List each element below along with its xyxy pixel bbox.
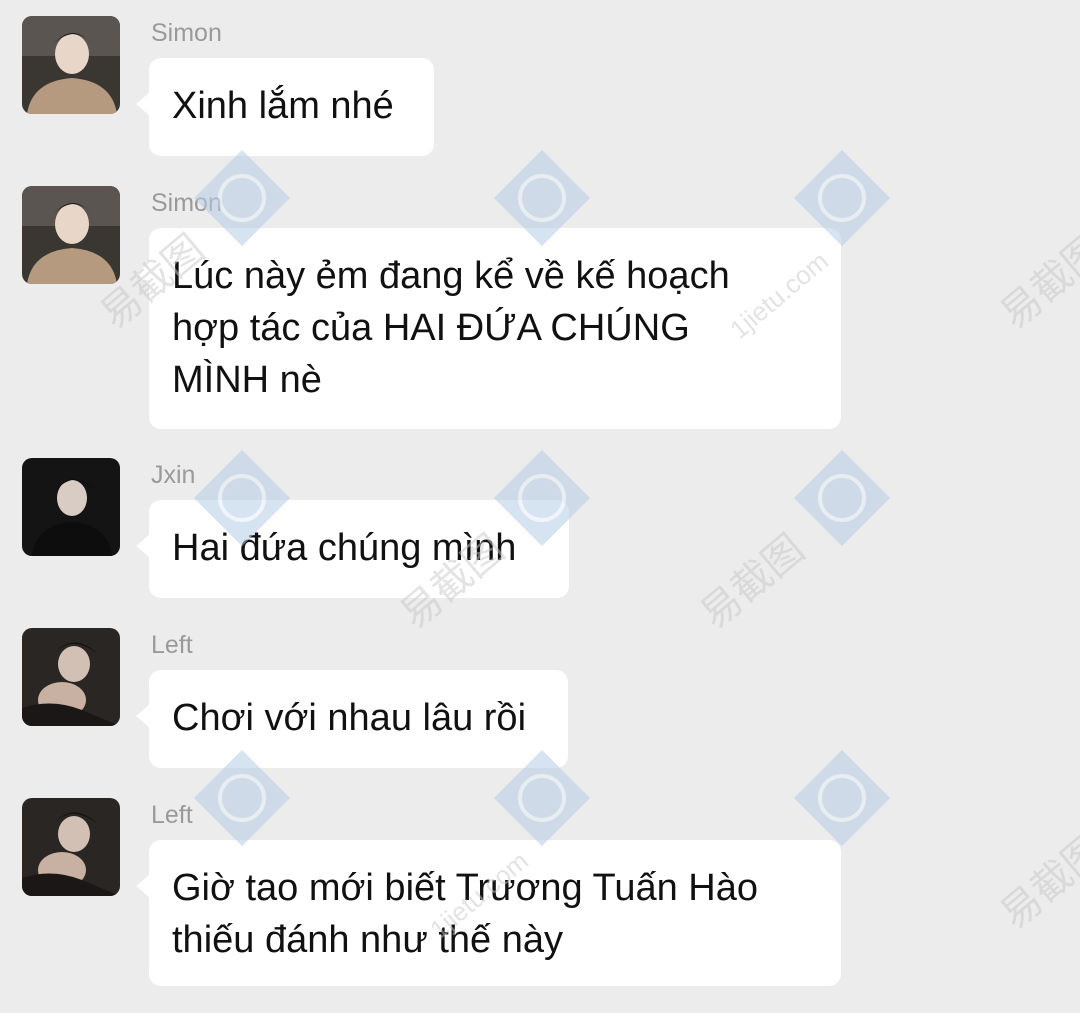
avatar[interactable] xyxy=(22,16,120,114)
message-bubble[interactable]: Giờ tao mới biết Trương Tuấn Hào thiếu đ… xyxy=(136,840,841,986)
avatar[interactable] xyxy=(22,458,120,556)
watermark-diamond-icon xyxy=(793,449,891,547)
watermark-text: 易截图 xyxy=(992,226,1080,338)
sender-name: Left xyxy=(151,801,193,829)
message-bubble[interactable]: Lúc này ẻm đang kể về kế hoạch hợp tác c… xyxy=(136,228,841,429)
sender-name: Simon xyxy=(151,189,222,217)
sender-name: Jxin xyxy=(151,461,196,489)
watermark-text: 易截图 xyxy=(992,826,1080,938)
avatar[interactable] xyxy=(22,798,120,896)
message-bubble[interactable]: Hai đứa chúng mình xyxy=(136,500,569,598)
watermark-diamond-icon xyxy=(793,749,891,847)
watermark-text: 易截图 xyxy=(692,526,813,638)
message-bubble[interactable]: Xinh lắm nhé xyxy=(136,58,434,156)
sender-name: Left xyxy=(151,631,193,659)
avatar[interactable] xyxy=(22,186,120,284)
avatar[interactable] xyxy=(22,628,120,726)
message-bubble[interactable]: Chơi với nhau lâu rồi xyxy=(136,670,568,768)
sender-name: Simon xyxy=(151,19,222,47)
